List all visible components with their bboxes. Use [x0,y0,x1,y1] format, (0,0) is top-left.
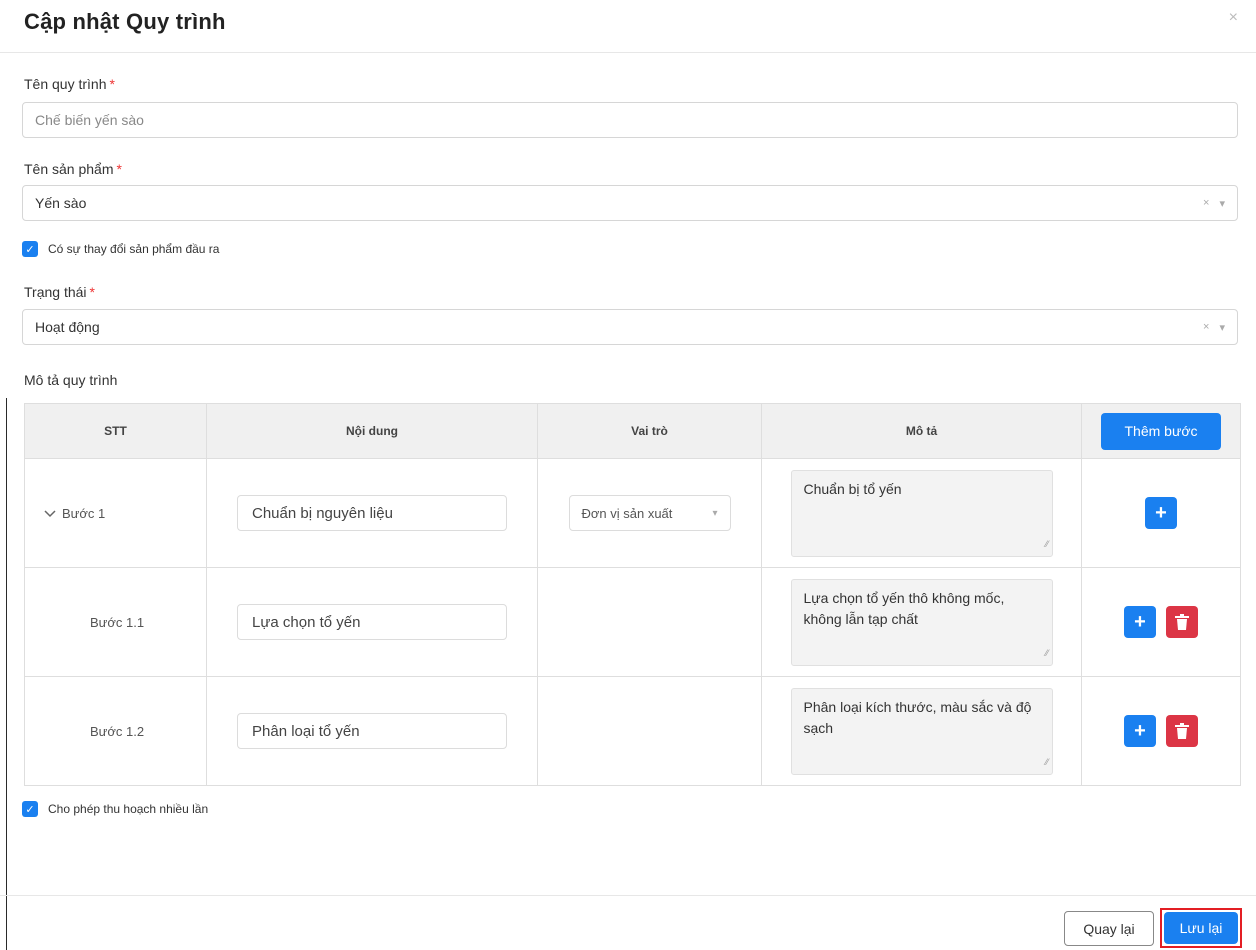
step-content-input[interactable]: Lựa chọn tổ yến [237,604,507,640]
resize-grip-icon[interactable]: ⁄⁄ [1045,752,1048,773]
header-role: Vai trò [537,403,762,459]
delete-step-button[interactable] [1166,606,1198,638]
table-row: Bước 1.1 Lựa chọn tổ yến Lựa chọn tổ yến… [24,567,1241,677]
steps-table: STT Nội dung Vai trò Mô tả Thêm bước Bướ… [24,403,1241,786]
resize-grip-icon[interactable]: ⁄⁄ [1045,643,1048,664]
output-change-checkbox-row[interactable]: ✓ Có sự thay đổi sản phẩm đầu ra [22,241,219,257]
header-actions: Thêm bước [1081,403,1241,459]
header-description: Mô tả [761,403,1082,459]
description-label: Mô tả quy trình [24,372,118,388]
step-label: Bước 1.2 [90,723,145,739]
back-button[interactable]: Quay lại [1064,911,1154,946]
step-description-textarea[interactable]: Lựa chọn tổ yến thô không mốc, không lẫn… [790,578,1053,666]
multi-harvest-label: Cho phép thu hoạch nhiều lần [48,802,209,816]
trash-icon [1175,614,1189,630]
chevron-down-icon[interactable]: ▾ [1219,197,1225,210]
step-content-input[interactable]: Chuẩn bị nguyên liệu [237,495,507,531]
table-row: Bước 1.2 Phân loại tổ yến Phân loại kích… [24,676,1241,786]
role-cell-empty [537,567,762,677]
chevron-down-icon[interactable] [44,507,56,521]
save-button[interactable]: Lưu lại [1164,912,1238,944]
chevron-down-icon: ▾ [712,507,718,519]
checkbox-checked-icon[interactable]: ✓ [22,801,38,817]
step-label: Bước 1.1 [90,614,145,630]
clear-icon[interactable]: × [1203,321,1209,333]
plus-icon: + [1155,501,1167,524]
resize-grip-icon[interactable]: ⁄⁄ [1045,534,1048,555]
modal-title: Cập nhật Quy trình [24,9,226,34]
role-cell-empty [537,676,762,786]
delete-step-button[interactable] [1166,715,1198,747]
table-row: Bước 1 Chuẩn bị nguyên liệu Đơn vị sản x… [24,458,1241,568]
trash-icon [1175,723,1189,739]
add-step-button[interactable]: Thêm bước [1101,412,1221,450]
process-name-label: Tên quy trình * [24,76,115,92]
footer-divider [0,895,1256,896]
add-substep-button[interactable]: + [1145,497,1177,529]
plus-icon: + [1134,610,1146,633]
header-stt: STT [24,403,207,459]
output-change-label: Có sự thay đổi sản phẩm đầu ra [48,242,220,256]
step-description-textarea[interactable]: Chuẩn bị tổ yến ⁄⁄ [790,469,1053,557]
add-substep-button[interactable]: + [1124,606,1156,638]
product-select[interactable]: Yến sào × ▾ [22,185,1238,221]
status-select[interactable]: Hoạt động × ▾ [22,309,1238,345]
plus-icon: + [1134,719,1146,742]
chevron-down-icon[interactable]: ▾ [1219,321,1225,334]
close-icon[interactable]: × [1229,8,1238,28]
add-substep-button[interactable]: + [1124,715,1156,747]
multi-harvest-checkbox-row[interactable]: ✓ Cho phép thu hoạch nhiều lần [22,801,208,817]
product-name-label: Tên sản phẩm * [24,161,122,177]
header-divider [0,52,1256,53]
step-content-input[interactable]: Phân loại tổ yến [237,713,507,749]
checkbox-checked-icon[interactable]: ✓ [22,241,38,257]
status-label: Trạng thái * [24,284,95,300]
header-content: Nội dung [206,403,538,459]
save-button-highlight: Lưu lại [1160,908,1242,948]
role-select[interactable]: Đơn vị sản xuất ▾ [568,495,731,531]
step-label[interactable]: Bước 1 [62,506,105,521]
left-edge-line [6,398,7,950]
step-description-textarea[interactable]: Phân loại kích thước, màu sắc và độ sạch… [790,687,1053,775]
process-name-input[interactable]: Chế biến yến sào [22,102,1238,138]
clear-icon[interactable]: × [1203,197,1209,209]
